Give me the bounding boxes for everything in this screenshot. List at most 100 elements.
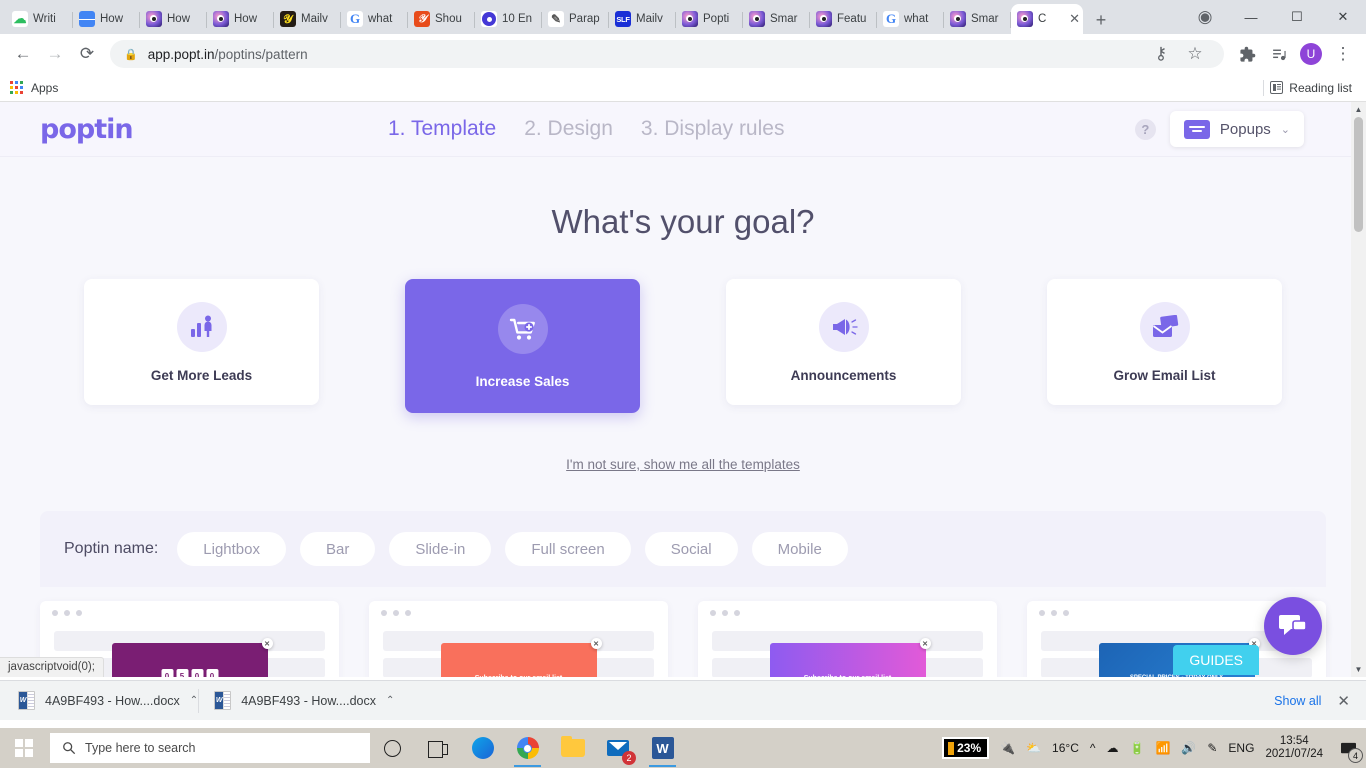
minimize-button[interactable]: — xyxy=(1228,0,1274,34)
browser-tab[interactable]: G what xyxy=(341,4,408,34)
start-button[interactable] xyxy=(0,728,48,768)
browser-tab[interactable]: SLF Mailv xyxy=(609,4,676,34)
maximize-button[interactable]: ☐ xyxy=(1274,0,1320,34)
poptin-icon xyxy=(146,11,162,27)
browser-tab[interactable]: G what xyxy=(877,4,944,34)
close-icon[interactable]: ✕ xyxy=(1337,692,1350,710)
address-bar[interactable]: 🔒 app.popt.in/poptins/pattern ⚷ ☆ xyxy=(110,40,1224,68)
onedrive-icon[interactable]: ☁ xyxy=(1107,741,1119,755)
download-item[interactable]: W 4A9BF493 - How....docx ⌃ xyxy=(198,687,402,715)
template-overlay: ✕ Subscribe to our email list xyxy=(769,638,931,677)
tab-title: How xyxy=(100,13,124,25)
filter-pill-lightbox[interactable]: Lightbox xyxy=(177,532,286,566)
url-path: /poptins/pattern xyxy=(214,46,308,62)
template-thumbnail[interactable]: ✕ Subscribe to our email list xyxy=(698,601,997,677)
notification-count: 4 xyxy=(1348,748,1363,763)
guides-tab[interactable]: GUIDES xyxy=(1173,645,1259,675)
filter-pill-full-screen[interactable]: Full screen xyxy=(505,532,631,566)
poptin-logo[interactable]: poptin xyxy=(0,114,255,145)
tab-title: Smar xyxy=(770,13,798,25)
edge-icon[interactable] xyxy=(460,728,505,768)
scroll-down-arrow[interactable]: ▼ xyxy=(1351,662,1366,677)
chevron-up-icon[interactable]: ⌃ xyxy=(386,695,394,706)
bookmark-star-icon[interactable]: ☆ xyxy=(1180,39,1210,69)
chat-bubble-icon[interactable] xyxy=(1264,597,1322,655)
back-button[interactable]: ← xyxy=(8,39,38,69)
avatar[interactable]: U xyxy=(1296,39,1326,69)
step-display-rules[interactable]: 3. Display rules xyxy=(641,117,785,141)
browser-tab[interactable]: How xyxy=(140,4,207,34)
browser-tab-active[interactable]: C ✕ xyxy=(1011,4,1083,34)
chrome-menu-button[interactable]: ⋮ xyxy=(1328,39,1358,69)
filter-pill-social[interactable]: Social xyxy=(644,532,738,566)
reading-list-icon[interactable] xyxy=(1264,39,1294,69)
popup-type-selector[interactable]: Popups ⌄ xyxy=(1169,111,1304,147)
profile-indicator-icon[interactable]: ◉ xyxy=(1182,0,1228,34)
goal-card-increase-sales[interactable]: Increase Sales xyxy=(405,279,640,413)
mailchimp-icon: 𝒴 xyxy=(280,11,296,27)
scroll-up-arrow[interactable]: ▲ xyxy=(1351,102,1366,117)
language-indicator[interactable]: ENG xyxy=(1228,741,1254,755)
scrollbar-thumb[interactable] xyxy=(1354,117,1363,232)
file-explorer-icon[interactable] xyxy=(550,728,595,768)
browser-tab[interactable]: How xyxy=(207,4,274,34)
goal-card-announcements[interactable]: Announcements xyxy=(726,279,961,405)
step-design[interactable]: 2. Design xyxy=(524,117,613,141)
browser-tab[interactable]: ☁ Writi xyxy=(6,4,73,34)
goal-card-grow-email-list[interactable]: Grow Email List xyxy=(1047,279,1282,405)
step-template[interactable]: 1. Template xyxy=(388,117,496,141)
search-input[interactable]: Type here to search xyxy=(50,733,370,763)
template-thumbnail[interactable]: ✕ Subscribe to our email list xyxy=(369,601,668,677)
goal-card-label: Get More Leads xyxy=(150,367,253,383)
browser-tab[interactable]: Popti xyxy=(676,4,743,34)
clock[interactable]: 13:54 2021/07/24 xyxy=(1265,735,1323,761)
browser-tab[interactable]: 10 En xyxy=(475,4,542,34)
show-all-templates-link[interactable]: I'm not sure, show me all the templates xyxy=(566,457,800,472)
cortana-icon[interactable] xyxy=(370,728,415,768)
download-item[interactable]: W 4A9BF493 - How....docx ⌃ xyxy=(10,687,206,715)
forward-button[interactable]: → xyxy=(40,39,70,69)
page-scrollbar[interactable]: ▲ ▼ xyxy=(1351,102,1366,677)
lock-icon: 🔒 xyxy=(124,48,138,61)
extensions-icon[interactable] xyxy=(1232,39,1262,69)
new-tab-button[interactable]: + xyxy=(1087,6,1115,34)
show-all-downloads-button[interactable]: Show all xyxy=(1274,694,1321,708)
filter-pill-slide-in[interactable]: Slide-in xyxy=(389,532,492,566)
filter-pill-mobile[interactable]: Mobile xyxy=(751,532,848,566)
window-controls: ◉ — ☐ ✕ xyxy=(1182,0,1366,34)
help-icon[interactable]: ? xyxy=(1134,118,1156,140)
pen-icon[interactable]: ✎ xyxy=(1207,741,1217,755)
filter-pill-bar[interactable]: Bar xyxy=(300,532,376,566)
goal-card-label: Grow Email List xyxy=(1113,367,1216,383)
browser-tab[interactable]: Smar xyxy=(944,4,1011,34)
bookmark-apps-label[interactable]: Apps xyxy=(31,81,58,95)
close-icon[interactable]: ✕ xyxy=(1069,11,1080,27)
close-icon: ✕ xyxy=(590,638,602,649)
browser-tab[interactable]: 𝒴 Shou xyxy=(408,4,475,34)
chrome-browser-window: ☁ Writi How How How 𝒴 Mailv G what 𝒴 Sho… xyxy=(0,0,1366,680)
tab-title: How xyxy=(167,13,191,25)
chevron-up-icon[interactable]: ⌃ xyxy=(190,695,198,706)
download-bar: W 4A9BF493 - How....docx ⌃ W 4A9BF493 - … xyxy=(0,680,1366,720)
volume-icon[interactable]: 🔊 xyxy=(1181,741,1196,755)
task-view-icon[interactable] xyxy=(415,728,460,768)
battery-status-badge[interactable]: 23% xyxy=(942,737,990,759)
chrome-icon[interactable] xyxy=(505,728,550,768)
reading-list-label[interactable]: Reading list xyxy=(1289,81,1352,95)
wifi-icon[interactable]: 📶 xyxy=(1155,741,1170,755)
browser-tab[interactable]: Smar xyxy=(743,4,810,34)
browser-tab[interactable]: ✎ Parap xyxy=(542,4,609,34)
tray-overflow-icon[interactable]: ^ xyxy=(1090,741,1096,755)
close-window-button[interactable]: ✕ xyxy=(1320,0,1366,34)
browser-tab[interactable]: 𝒴 Mailv xyxy=(274,4,341,34)
battery-icon[interactable]: 🔋 xyxy=(1130,741,1145,755)
notification-center-icon[interactable]: 4 xyxy=(1334,734,1363,763)
goal-card-get-more-leads[interactable]: Get More Leads xyxy=(84,279,319,405)
word-icon[interactable]: W xyxy=(640,728,685,768)
tab-title: what xyxy=(368,13,393,25)
password-key-icon[interactable]: ⚷ xyxy=(1146,39,1176,69)
reload-button[interactable]: ⟳ xyxy=(72,39,102,69)
browser-tab[interactable]: Featu xyxy=(810,4,877,34)
browser-tab[interactable]: How xyxy=(73,4,140,34)
mail-icon[interactable]: 2 xyxy=(595,728,640,768)
